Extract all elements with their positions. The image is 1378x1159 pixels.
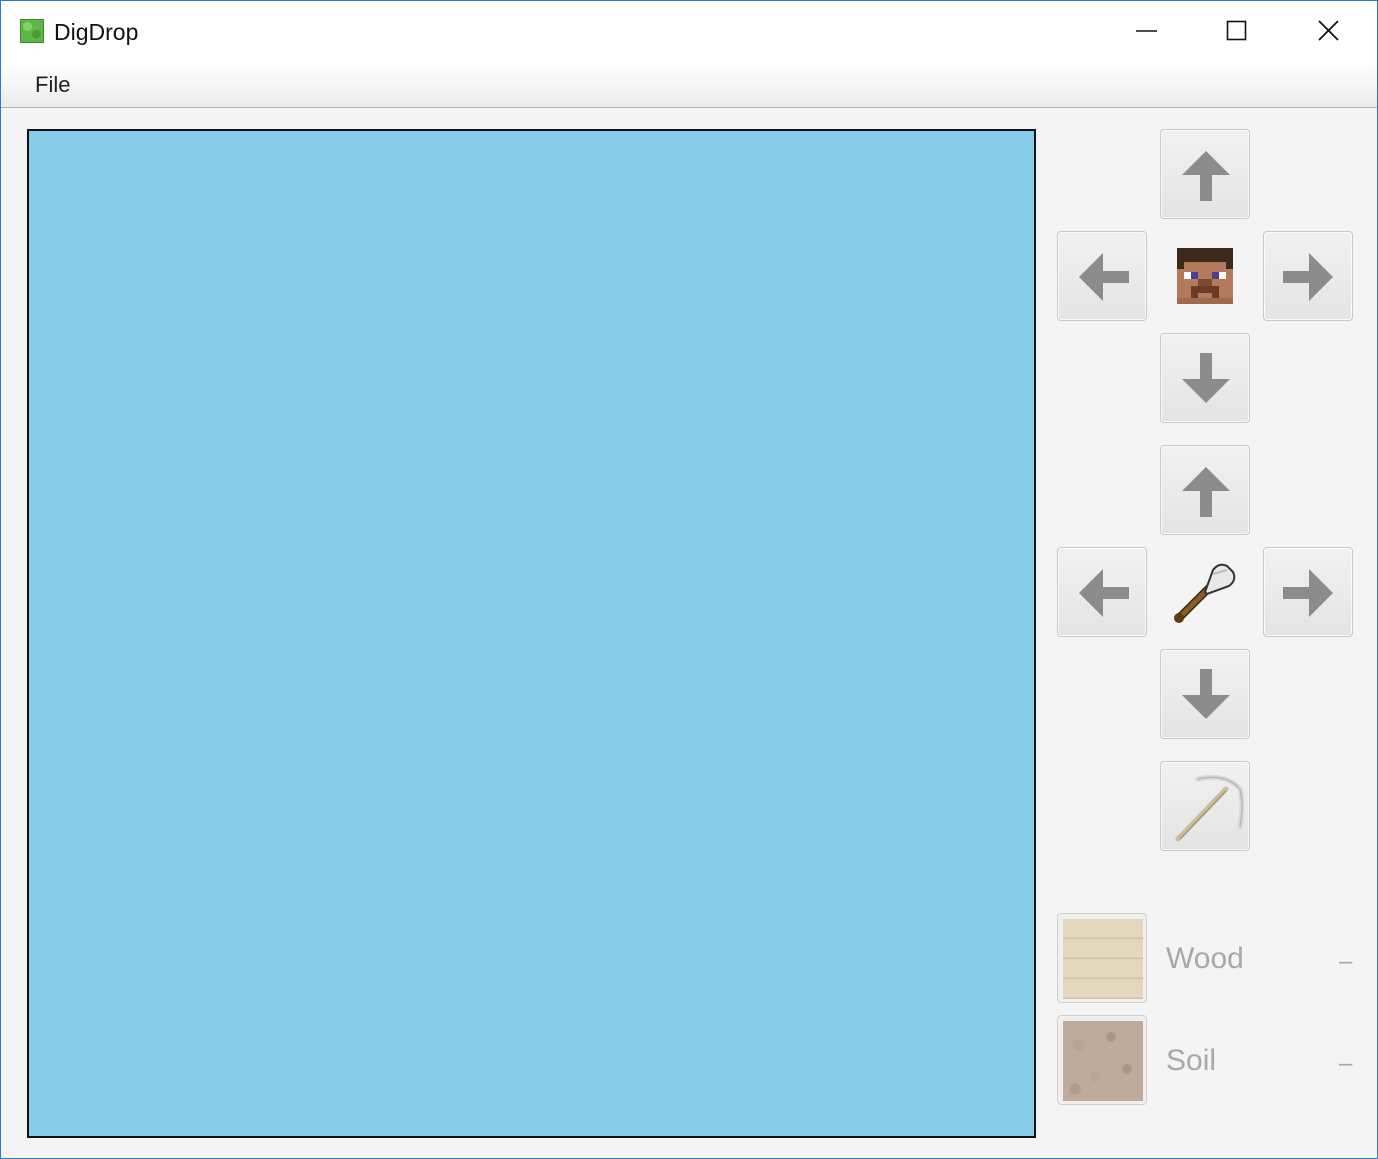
close-icon bbox=[1318, 20, 1339, 41]
app-window: DigDrop File Wood – Soil – bbox=[0, 0, 1378, 1159]
move-down-button[interactable] bbox=[1160, 333, 1250, 423]
dig-right-button[interactable] bbox=[1263, 547, 1353, 637]
shovel-tool bbox=[1160, 547, 1250, 637]
menu-file[interactable]: File bbox=[35, 72, 70, 98]
arrow-left-icon bbox=[1079, 253, 1129, 301]
maximize-icon bbox=[1226, 20, 1247, 41]
close-button[interactable] bbox=[1283, 1, 1375, 61]
arrow-down-icon bbox=[1182, 353, 1230, 403]
pickaxe-button[interactable] bbox=[1160, 761, 1250, 851]
menu-bar: File bbox=[1, 61, 1377, 108]
dig-down-button[interactable] bbox=[1160, 649, 1250, 739]
move-right-button[interactable] bbox=[1263, 231, 1353, 321]
wood-planks-icon bbox=[1063, 919, 1143, 999]
soil-count: – bbox=[1339, 1050, 1353, 1077]
soil-label: Soil bbox=[1166, 1044, 1217, 1077]
arrow-left-icon bbox=[1079, 569, 1129, 617]
wood-slot[interactable] bbox=[1057, 913, 1147, 1003]
maximize-button[interactable] bbox=[1191, 1, 1283, 61]
arrow-up-icon bbox=[1182, 151, 1230, 201]
arrow-right-icon bbox=[1283, 253, 1333, 301]
soil-slot[interactable] bbox=[1057, 1015, 1147, 1105]
title-bar[interactable]: DigDrop bbox=[1, 1, 1377, 61]
game-canvas[interactable] bbox=[27, 129, 1036, 1138]
wood-label: Wood bbox=[1166, 942, 1244, 975]
move-left-button[interactable] bbox=[1057, 231, 1147, 321]
shovel-icon bbox=[1174, 563, 1236, 623]
steve-head-icon bbox=[1177, 248, 1233, 304]
minimize-icon bbox=[1136, 30, 1157, 32]
player-avatar bbox=[1160, 231, 1250, 321]
app-logo-icon bbox=[20, 19, 44, 43]
pickaxe-icon bbox=[1175, 774, 1244, 842]
arrow-down-icon bbox=[1182, 669, 1230, 719]
dig-up-button[interactable] bbox=[1160, 445, 1250, 535]
soil-block-icon bbox=[1063, 1021, 1143, 1101]
wood-count: – bbox=[1339, 948, 1353, 975]
minimize-button[interactable] bbox=[1101, 1, 1193, 61]
dig-left-button[interactable] bbox=[1057, 547, 1147, 637]
move-up-button[interactable] bbox=[1160, 129, 1250, 219]
window-title: DigDrop bbox=[54, 19, 139, 45]
arrow-right-icon bbox=[1283, 569, 1333, 617]
arrow-up-icon bbox=[1182, 467, 1230, 517]
